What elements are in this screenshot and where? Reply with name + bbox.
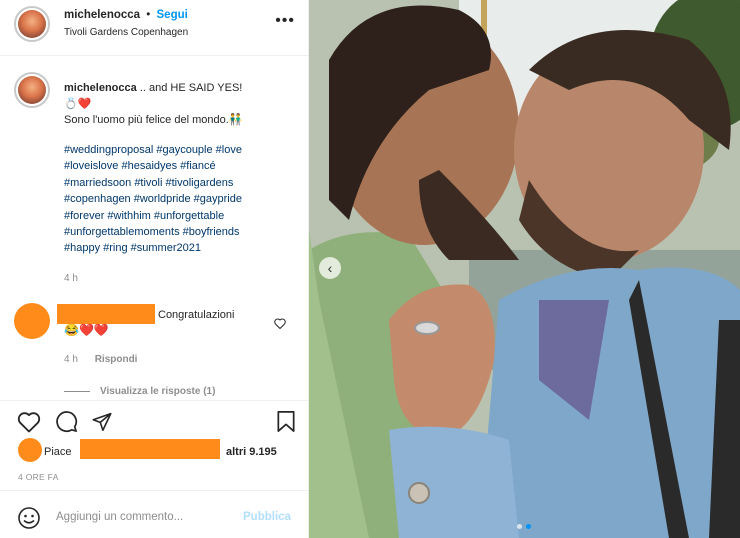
hashtag-line[interactable]: #weddingproposal #gaycouple #love [64, 142, 296, 158]
username-link[interactable]: michelenocca [64, 9, 140, 21]
comment-input[interactable]: Aggiungi un commento... [56, 511, 183, 523]
publish-button[interactable]: Pubblica [243, 511, 291, 523]
composer-divider [0, 490, 309, 491]
caption-title: .. and HE SAID YES! [139, 82, 243, 94]
hashtag-line[interactable]: #marriedsoon #tivoli #tivoligardens [64, 175, 296, 191]
comment-meta: 4 h Rispondi [64, 354, 137, 365]
replies-line [64, 391, 90, 392]
likes-count-button[interactable]: altri 9.195 [226, 446, 277, 458]
header-title: michelenocca • Segui [64, 9, 188, 21]
bookmark-icon[interactable] [276, 410, 296, 433]
carousel-dot [517, 524, 522, 529]
comment-time: 4 h [64, 354, 78, 365]
post-side-panel: michelenocca • Segui Tivoli Gardens Cope… [0, 0, 309, 538]
liker-name-redacted [80, 439, 220, 459]
hashtag-line[interactable]: #copenhagen #worldpride #gaypride [64, 191, 296, 207]
hashtag-line[interactable]: #unforgettablemoments #boyfriends [64, 224, 296, 240]
commenter-avatar-redacted [14, 303, 50, 339]
hashtag-line[interactable]: #forever #withhim #unforgettable [64, 208, 296, 224]
more-options-button[interactable]: ••• [275, 12, 295, 30]
likes-prefix: Piace [44, 446, 72, 458]
view-replies-button[interactable]: Visualizza le risposte (1) [100, 386, 215, 397]
comment-text: Congratulazioni [158, 309, 235, 321]
share-icon[interactable] [91, 411, 113, 432]
instagram-post-view: michelenocca • Segui Tivoli Gardens Cope… [0, 0, 740, 538]
caption-line: Sono l'uomo più felice del mondo.👬 [64, 114, 243, 126]
post-photo[interactable]: ‹ [309, 0, 740, 538]
commenter-name-redacted [57, 304, 155, 324]
heart-icon[interactable] [17, 411, 41, 433]
photo-illustration [309, 0, 740, 538]
hashtag-line[interactable]: #happy #ring #summer2021 [64, 240, 296, 256]
comment-like-icon[interactable] [274, 318, 286, 329]
post-caption: michelenocca .. and HE SAID YES! 💍❤️ Son… [64, 80, 296, 287]
comment-icon[interactable] [55, 410, 78, 433]
avatar[interactable] [18, 10, 46, 38]
reply-button[interactable]: Rispondi [95, 354, 138, 365]
caption-emoji: 💍❤️ [64, 98, 92, 110]
emoji-icon[interactable] [17, 506, 41, 530]
actions-divider [0, 400, 309, 401]
post-date[interactable]: 4 ORE FA [18, 472, 59, 482]
comment-emoji: 😂❤️❤️ [64, 323, 109, 337]
carousel-prev-icon[interactable]: ‹ [319, 257, 341, 279]
hashtag-block: #weddingproposal #gaycouple #love #lovei… [64, 142, 296, 257]
caption-username[interactable]: michelenocca [64, 82, 137, 94]
hashtag-line[interactable]: #loveislove #hesaidyes #fiancé [64, 158, 296, 174]
follow-button[interactable]: Segui [157, 9, 188, 21]
separator-dot: • [146, 9, 151, 21]
caption-avatar[interactable] [18, 76, 46, 104]
location-link[interactable]: Tivoli Gardens Copenhagen [64, 27, 188, 38]
post-header: michelenocca • Segui Tivoli Gardens Cope… [0, 0, 309, 56]
carousel-dot-active [526, 524, 531, 529]
caption-time: 4 h [64, 272, 78, 284]
liker-avatar-redacted [18, 438, 42, 462]
